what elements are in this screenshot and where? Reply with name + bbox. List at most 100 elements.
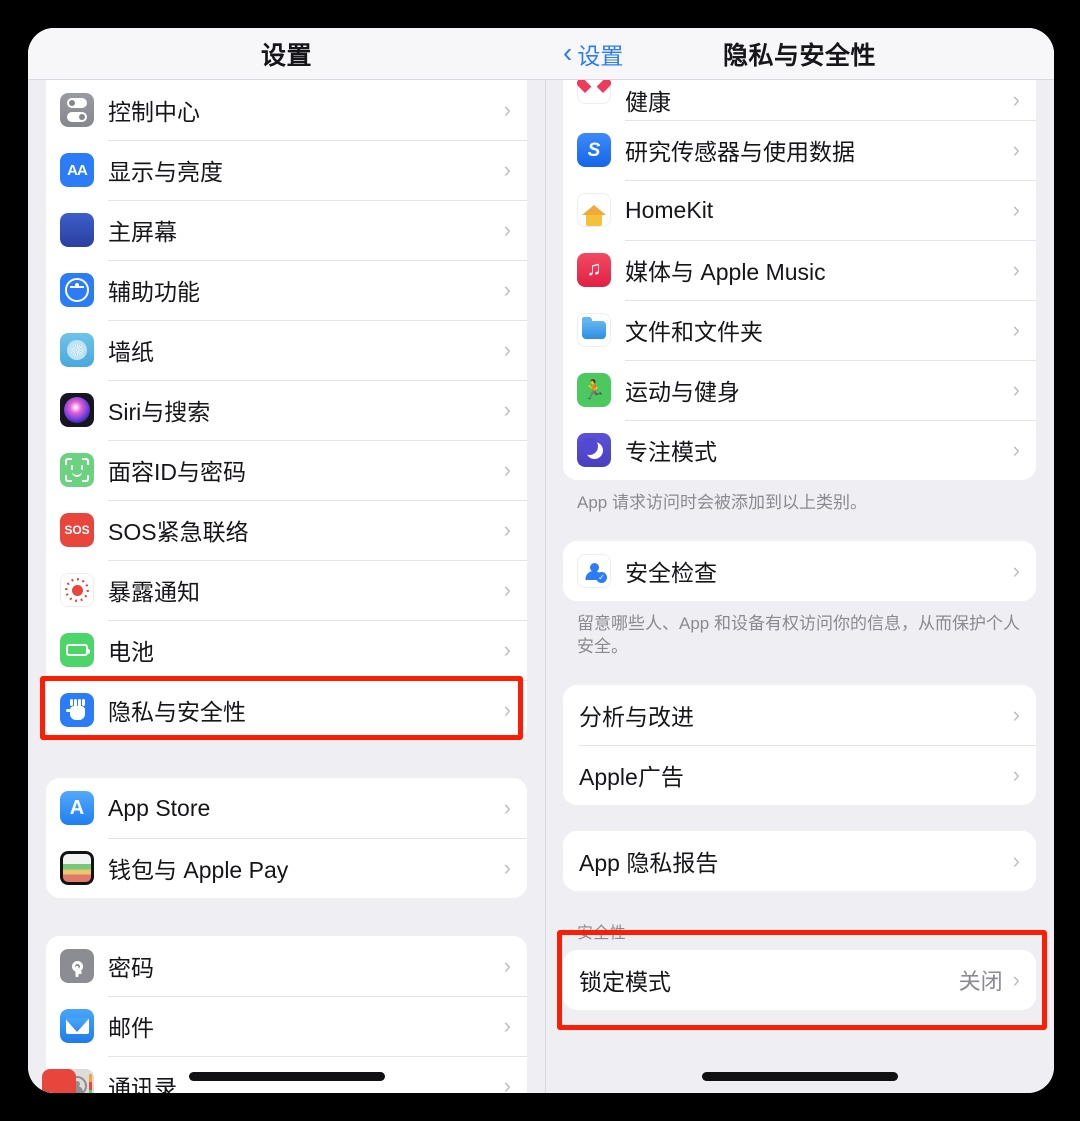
chevron-right-icon: ›: [503, 855, 511, 880]
sidebar-label: 钱包与 Apple Pay: [108, 857, 289, 883]
sidebar-label: 显示与亮度: [108, 159, 223, 185]
sidebar-item-exposure-notifications[interactable]: 暴露通知 ›: [46, 560, 527, 620]
sidebar-item-wallpaper[interactable]: 墙纸 ›: [46, 320, 527, 380]
privacy-label: 专注模式: [625, 439, 717, 465]
right-scroll-content[interactable]: 健康 › S 研究传感器与使用数据 › HomeKit › ♫ 媒体与 Appl…: [545, 80, 1054, 1093]
research-sensor-icon: S: [577, 133, 611, 167]
privacy-item-focus[interactable]: 专注模式 ›: [563, 420, 1036, 480]
chevron-right-icon: ›: [503, 1013, 511, 1038]
privacy-label: 运动与健身: [625, 379, 740, 405]
partially-visible-app-icon: [42, 1069, 76, 1093]
chevron-right-icon: ›: [1012, 257, 1020, 282]
privacy-item-research-sensor[interactable]: S 研究传感器与使用数据 ›: [563, 120, 1036, 180]
home-indicator-right: [701, 1072, 898, 1081]
left-settings-group-1: 控制中心 › AA 显示与亮度 › 主屏幕 › 辅助功能 › 墙纸 › Siri…: [46, 80, 527, 740]
ipad-device-frame: 设置 控制中心 › AA 显示与亮度 › 主屏幕 › 辅助功能 › 墙纸 › S…: [28, 28, 1054, 1093]
sidebar-label: SOS紧急联络: [108, 519, 249, 545]
sidebar-item-wallet-apple-pay[interactable]: 钱包与 Apple Pay ›: [46, 838, 527, 898]
control-center-icon: [60, 93, 94, 127]
chevron-right-icon: ›: [503, 217, 511, 242]
privacy-label: 健康: [625, 89, 671, 115]
chevron-right-icon: ›: [503, 577, 511, 602]
privacy-item-app-privacy-report[interactable]: App 隐私报告 ›: [563, 830, 1036, 891]
chevron-right-icon: ›: [1012, 437, 1020, 462]
privacy-item-health[interactable]: 健康 ›: [563, 80, 1036, 120]
chevron-right-icon: ›: [1012, 557, 1020, 583]
privacy-item-homekit[interactable]: HomeKit ›: [563, 180, 1036, 240]
sidebar-label: Siri与搜索: [108, 399, 211, 425]
privacy-item-safety-check[interactable]: ✓ 安全检查 ›: [563, 540, 1036, 601]
chevron-right-icon: ›: [503, 397, 511, 422]
privacy-security-detail-panel: ‹ 设置 隐私与安全性 健康 › S 研究传感器与使用数据 › HomeKit …: [545, 28, 1054, 1093]
right-navbar: ‹ 设置 隐私与安全性: [545, 28, 1054, 80]
sidebar-item-siri-search[interactable]: Siri与搜索 ›: [46, 380, 527, 440]
privacy-item-analytics-improvements[interactable]: 分析与改进 ›: [563, 684, 1036, 745]
focus-icon: [577, 433, 611, 467]
chevron-right-icon: ›: [1012, 701, 1020, 727]
left-navbar: 设置: [28, 28, 545, 80]
chevron-right-icon: ›: [503, 517, 511, 542]
privacy-item-media-apple-music[interactable]: ♫ 媒体与 Apple Music ›: [563, 240, 1036, 300]
privacy-categories-footnote: App 请求访问时会被添加到以上类别。: [577, 493, 867, 512]
chevron-right-icon: ›: [503, 637, 511, 662]
sidebar-item-accessibility[interactable]: 辅助功能 ›: [46, 260, 527, 320]
sidebar-label: App Store: [108, 794, 211, 821]
sidebar-item-display-brightness[interactable]: AA 显示与亮度 ›: [46, 140, 527, 200]
privacy-item-files-folders[interactable]: 文件和文件夹 ›: [563, 300, 1036, 360]
privacy-item-lockdown-mode[interactable]: 锁定模式 关闭 ›: [563, 949, 1036, 1010]
sidebar-item-battery[interactable]: 电池 ›: [46, 620, 527, 680]
lockdown-mode-value: 关闭: [958, 968, 1003, 994]
sos-icon: SOS: [60, 513, 94, 547]
sidebar-label: 邮件: [108, 1015, 154, 1041]
sidebar-label: 密码: [108, 955, 154, 981]
sidebar-item-emergency-sos[interactable]: SOS SOS紧急联络 ›: [46, 500, 527, 560]
mail-icon: [60, 1009, 94, 1043]
settings-master-panel: 设置 控制中心 › AA 显示与亮度 › 主屏幕 › 辅助功能 › 墙纸 › S…: [28, 28, 545, 1093]
chevron-right-icon: ›: [1012, 87, 1020, 112]
sidebar-item-privacy-security[interactable]: 隐私与安全性 ›: [46, 680, 527, 740]
privacy-label: 研究传感器与使用数据: [625, 139, 855, 165]
chevron-right-icon: ›: [503, 337, 511, 362]
privacy-hand-icon: [60, 693, 94, 727]
privacy-label: HomeKit: [625, 196, 714, 223]
privacy-label: 媒体与 Apple Music: [625, 259, 826, 285]
back-button[interactable]: ‹ 设置: [563, 37, 623, 71]
sidebar-item-face-id-passcode[interactable]: 面容ID与密码 ›: [46, 440, 527, 500]
display-brightness-icon: AA: [60, 153, 94, 187]
app-privacy-report-group: App 隐私报告 ›: [563, 830, 1036, 891]
left-scroll-content[interactable]: 控制中心 › AA 显示与亮度 › 主屏幕 › 辅助功能 › 墙纸 › Siri…: [28, 80, 545, 1093]
panel-divider: [545, 28, 546, 1093]
sidebar-item-passwords[interactable]: 密码 ›: [46, 936, 527, 996]
sidebar-label: 墙纸: [108, 339, 154, 365]
sidebar-label: 电池: [108, 639, 154, 665]
security-section-header: 安全性: [577, 924, 626, 942]
chevron-right-icon: ›: [503, 953, 511, 978]
sidebar-item-control-center[interactable]: 控制中心 ›: [46, 80, 527, 140]
screenshot-root: 设置 控制中心 › AA 显示与亮度 › 主屏幕 › 辅助功能 › 墙纸 › S…: [0, 0, 1080, 1121]
wallpaper-icon: [60, 333, 94, 367]
privacy-categories-group: 健康 › S 研究传感器与使用数据 › HomeKit › ♫ 媒体与 Appl…: [563, 80, 1036, 480]
sidebar-item-app-store[interactable]: A App Store ›: [46, 778, 527, 838]
chevron-right-icon: ›: [503, 457, 511, 482]
back-button-label: 设置: [577, 42, 624, 69]
chevron-right-icon: ›: [503, 157, 511, 182]
wallet-icon: [60, 851, 94, 885]
safety-check-icon: ✓: [577, 553, 611, 588]
siri-icon: [60, 393, 94, 427]
chevron-right-icon: ›: [1012, 966, 1020, 992]
sidebar-label: 暴露通知: [108, 579, 200, 605]
chevron-right-icon: ›: [1012, 377, 1020, 402]
sidebar-item-home-screen[interactable]: 主屏幕 ›: [46, 200, 527, 260]
sidebar-item-mail[interactable]: 邮件 ›: [46, 996, 527, 1056]
sidebar-label: 辅助功能: [108, 279, 200, 305]
chevron-right-icon: ›: [1012, 847, 1020, 873]
chevron-right-icon: ›: [503, 1073, 511, 1094]
privacy-item-apple-advertising[interactable]: Apple广告 ›: [563, 744, 1036, 805]
chevron-right-icon: ›: [503, 795, 511, 820]
privacy-label: 文件和文件夹: [625, 319, 763, 345]
health-icon: [577, 80, 611, 104]
privacy-item-motion-fitness[interactable]: 🏃 运动与健身 ›: [563, 360, 1036, 420]
face-id-icon: [60, 453, 94, 487]
security-section: 安全性 锁定模式 关闭 ›: [545, 919, 1054, 1010]
sidebar-label: 主屏幕: [108, 219, 177, 245]
